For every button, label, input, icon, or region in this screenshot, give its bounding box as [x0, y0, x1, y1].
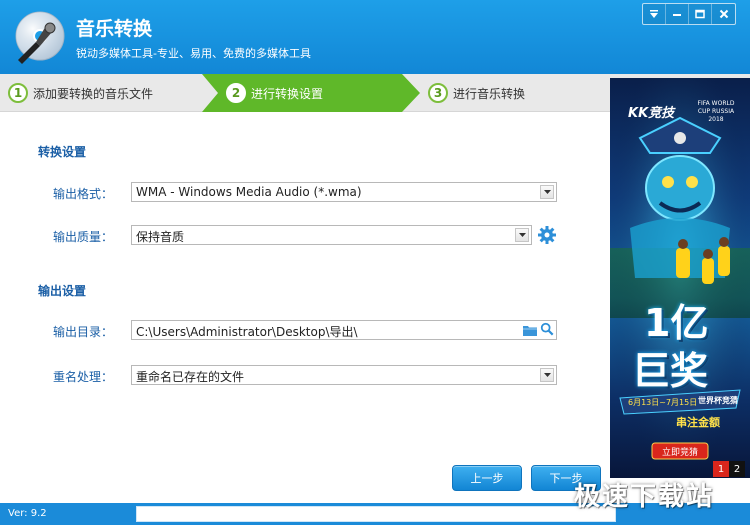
step-2-number: 2 — [226, 83, 246, 103]
chevron-down-icon — [515, 228, 529, 242]
step-2-label: 进行转换设置 — [251, 86, 324, 101]
chevron-down-icon — [540, 185, 554, 199]
ad-date-range: 6月13日~7月15日 — [628, 398, 698, 407]
minimize-icon — [673, 14, 681, 16]
ad-cta-button[interactable]: 立即竞猜 — [652, 443, 708, 459]
output-format-label: 输出格式： — [53, 187, 114, 201]
music-cd-logo-icon — [15, 11, 65, 64]
output-format-select[interactable]: WMA - Windows Media Audio (*.wma) — [131, 182, 557, 202]
folder-icon[interactable] — [522, 323, 538, 337]
title-bar: 音乐转换 锐动多媒体工具-专业、易用、免费的多媒体工具 — [0, 0, 750, 74]
conversion-settings-title: 转换设置 — [38, 145, 87, 159]
app-window: 音乐转换 锐动多媒体工具-专业、易用、免费的多媒体工具 1 添加要转换的音乐文件… — [0, 0, 750, 525]
step-1-number: 1 — [8, 83, 28, 103]
gear-icon[interactable] — [537, 225, 557, 245]
maximize-icon — [695, 9, 705, 19]
output-dir-value: C:\Users\Administrator\Desktop\导出\ — [136, 325, 358, 339]
step-3-number: 3 — [428, 83, 448, 103]
step-1-add-files[interactable]: 1 添加要转换的音乐文件 — [8, 74, 153, 112]
rename-label: 重名处理： — [53, 370, 114, 384]
watermark-text: 极速下载站 — [574, 482, 715, 512]
ad-tagline: 世界杯竞猜 — [698, 396, 738, 405]
step-2-settings[interactable]: 2 进行转换设置 — [226, 74, 323, 112]
menu-button[interactable] — [643, 4, 666, 24]
maximize-button[interactable] — [689, 4, 712, 24]
rename-select[interactable]: 重命名已存在的文件 — [131, 365, 557, 385]
ad-banner[interactable]: KK竞技 FIFA WORLD CUP RUSSIA 2018 1亿 巨奖 6月… — [610, 78, 750, 478]
output-quality-value: 保持音质 — [136, 230, 185, 244]
version-label: Ver: 9.2 — [8, 508, 47, 519]
ad-brand: KK竞技 — [628, 106, 675, 121]
menu-icon — [650, 10, 658, 18]
ad-event: FIFA WORLD CUP RUSSIA 2018 — [697, 100, 735, 123]
rename-value: 重命名已存在的文件 — [136, 370, 245, 384]
output-dir-label: 输出目录： — [53, 325, 114, 339]
output-format-value: WMA - Windows Media Audio (*.wma) — [136, 185, 362, 199]
app-title: 音乐转换 — [76, 18, 153, 40]
output-dir-input[interactable]: C:\Users\Administrator\Desktop\导出\ — [131, 320, 557, 340]
ad-page-2[interactable]: 2 — [729, 461, 745, 477]
app-subtitle: 锐动多媒体工具-专业、易用、免费的多媒体工具 — [76, 47, 311, 60]
ad-pager: 1 2 — [713, 461, 745, 477]
ad-page-1[interactable]: 1 — [713, 461, 729, 477]
ad-headline-1: 1亿 — [644, 301, 709, 345]
ad-headline-2: 巨奖 — [632, 349, 709, 393]
output-settings-title: 输出设置 — [38, 284, 87, 298]
window-controls — [642, 3, 736, 25]
minimize-button[interactable] — [666, 4, 689, 24]
close-icon — [719, 9, 728, 19]
step-3-label: 进行音乐转换 — [453, 86, 526, 101]
chevron-down-icon — [540, 368, 554, 382]
prev-button[interactable]: 上一步 — [452, 465, 522, 491]
output-quality-label: 输出质量： — [53, 230, 114, 244]
output-quality-select[interactable]: 保持音质 — [131, 225, 532, 245]
step-1-label: 添加要转换的音乐文件 — [33, 86, 154, 101]
progress-bar — [136, 506, 616, 522]
ad-slogan: 串注金额 — [676, 416, 720, 429]
step-3-convert[interactable]: 3 进行音乐转换 — [428, 74, 525, 112]
close-button[interactable] — [712, 4, 735, 24]
search-icon[interactable] — [539, 322, 555, 336]
